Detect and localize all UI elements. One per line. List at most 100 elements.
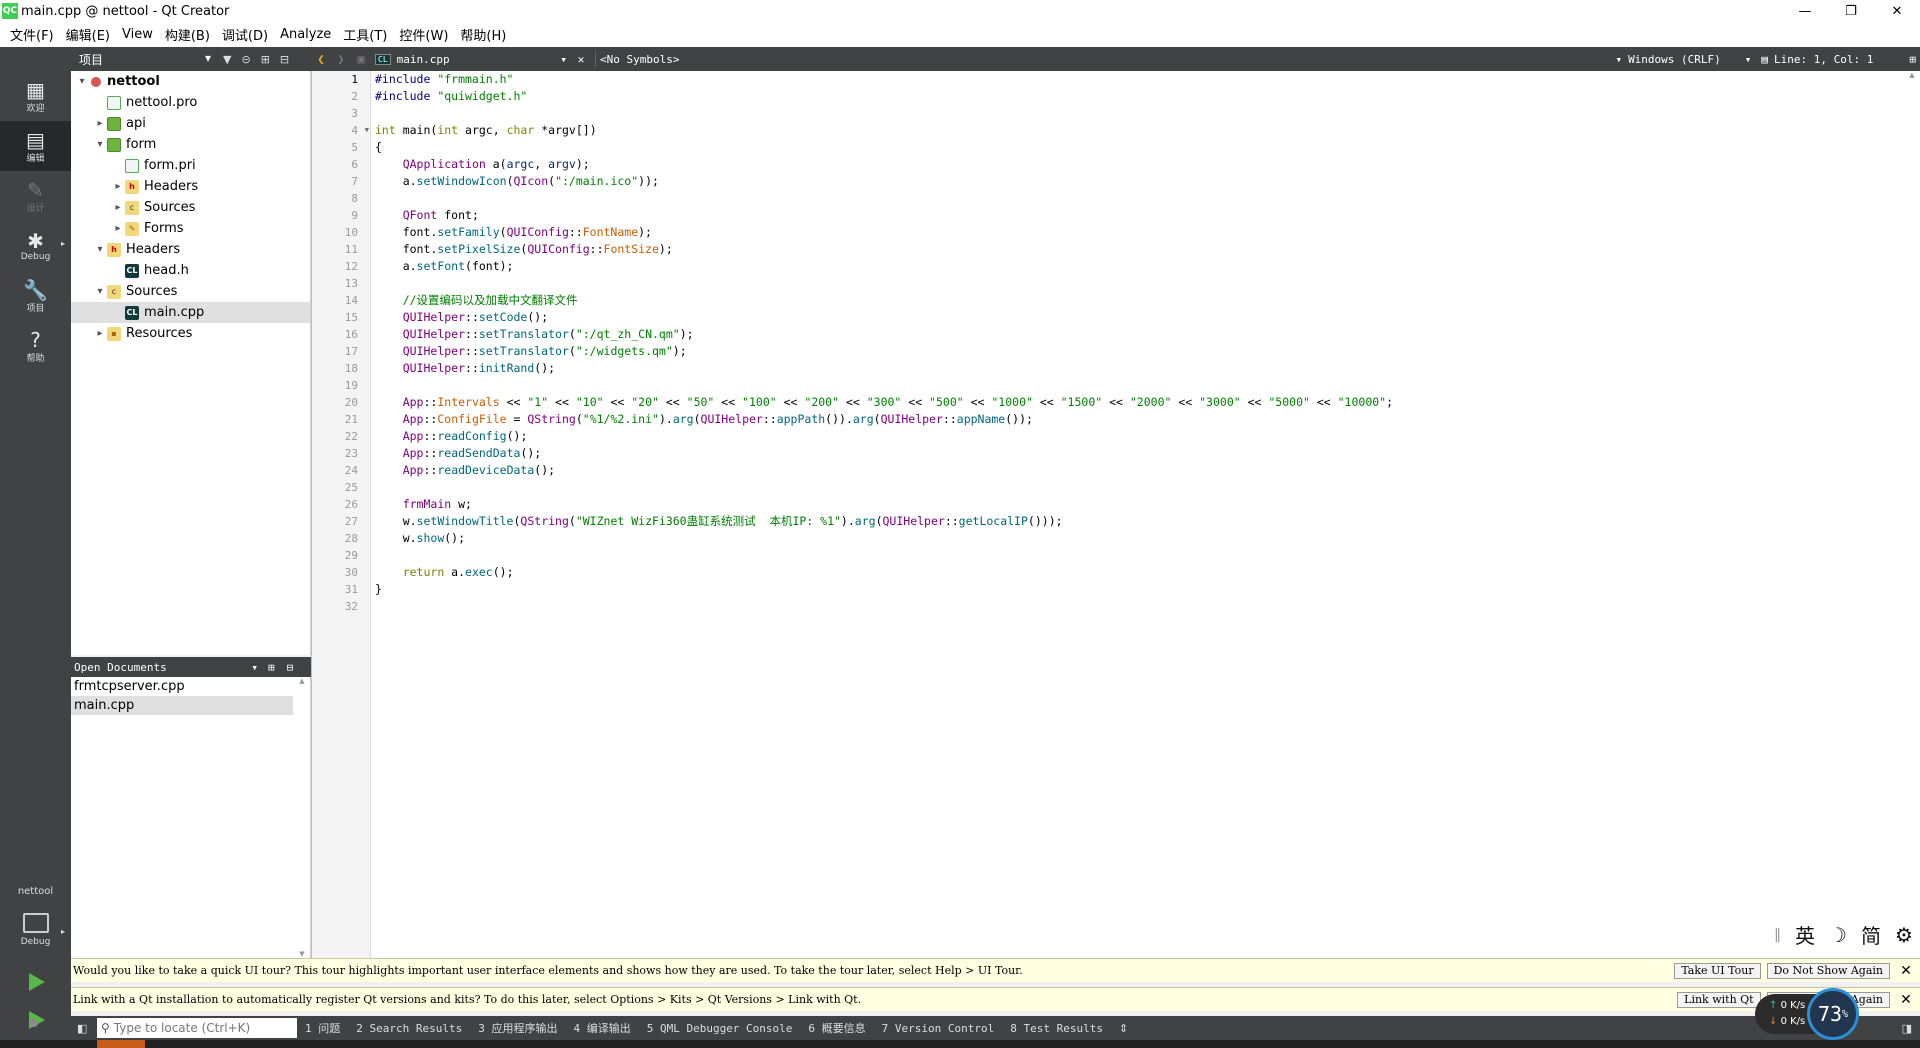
output-pane-tab[interactable]: 8 Test Results <box>1010 1022 1103 1035</box>
kit-selector[interactable]: Debug ▸ <box>0 905 71 955</box>
code-area[interactable]: #include "frmmain.h" #include "quiwidget.… <box>372 71 1906 615</box>
output-pane-tab[interactable]: 3 应用程序输出 <box>478 1020 557 1036</box>
split-icon[interactable]: ⊞ <box>1909 53 1916 66</box>
go-forward-icon[interactable]: ❯ <box>331 52 351 66</box>
collapse-arrow-icon[interactable]: ▾ <box>93 286 107 297</box>
code-line[interactable]: int main(int argc, char *argv[]) <box>372 122 1906 139</box>
code-line[interactable]: QUIHelper::setCode(); <box>372 309 1906 326</box>
toggle-right-sidebar-icon[interactable]: ◨ <box>1902 1022 1912 1035</box>
tree-item[interactable]: ▾ c Sources <box>71 281 310 302</box>
code-line[interactable]: QUIHelper::setTranslator(":/qt_zh_CN.qm"… <box>372 326 1906 343</box>
output-pane-tab[interactable]: 5 QML Debugger Console <box>647 1022 793 1035</box>
tree-item[interactable]: ▸ h Headers <box>71 176 310 197</box>
take-ui-tour-button[interactable]: Take UI Tour <box>1674 962 1761 979</box>
document-combo[interactable]: CL main.cpp ▾ <box>371 53 571 66</box>
mode-projects[interactable]: 🔧 项目 <box>0 271 71 321</box>
open-document-item[interactable]: main.cpp <box>71 696 293 715</box>
code-line[interactable]: App::readDeviceData(); <box>372 462 1906 479</box>
mode-debug[interactable]: ✱ Debug ▸ <box>0 221 71 271</box>
close-button[interactable]: ✕ <box>1874 0 1920 22</box>
code-line[interactable]: QApplication a(argc, argv); <box>372 156 1906 173</box>
ime-simplified-toggle[interactable]: 简 <box>1861 920 1881 949</box>
expand-arrow-icon[interactable]: ▸ <box>111 223 125 234</box>
code-line[interactable]: //设置编码以及加载中文翻译文件 <box>372 292 1906 309</box>
scroll-up-icon[interactable]: ▲ <box>296 677 308 685</box>
code-editor[interactable]: 1 2 3 4 ▼ 5 6 7 8 9 10 11 12 13 14 15 16 17 18 19 20 21 22 23 24… <box>311 71 1920 958</box>
symbols-combo[interactable]: <No Symbols> <box>600 53 679 66</box>
collapse-arrow-icon[interactable]: ▾ <box>75 76 89 87</box>
code-line[interactable]: App::Intervals << "1" << "10" << "20" <<… <box>372 394 1906 411</box>
code-line[interactable]: QUIHelper::setTranslator(":/widgets.qm")… <box>372 343 1906 360</box>
code-line[interactable] <box>372 598 1906 615</box>
split-icon[interactable]: ⊞ <box>268 661 275 674</box>
close-pane-icon[interactable]: ⊟ <box>280 53 289 66</box>
code-line[interactable]: a.setFont(font); <box>372 258 1906 275</box>
run-button[interactable] <box>0 963 71 1001</box>
expand-arrow-icon[interactable]: ▸ <box>93 328 107 339</box>
go-back-icon[interactable]: ❮ <box>311 52 331 66</box>
menu-tools[interactable]: 工具(T) <box>337 25 393 44</box>
mode-help[interactable]: ? 帮助 <box>0 321 71 371</box>
menu-debug[interactable]: 调试(D) <box>216 25 274 44</box>
code-line[interactable]: return a.exec(); <box>372 564 1906 581</box>
code-line[interactable]: a.setWindowIcon(QIcon(":/main.ico")); <box>372 173 1906 190</box>
scrollbar[interactable]: ▲ ▼ <box>296 677 308 958</box>
ime-language-toggle[interactable]: 英 <box>1795 920 1815 949</box>
output-pane-tab[interactable]: 4 编译输出 <box>573 1020 630 1036</box>
close-icon[interactable]: ✕ <box>1896 992 1916 1008</box>
menu-build[interactable]: 构建(B) <box>159 25 216 44</box>
expand-arrow-icon[interactable]: ▸ <box>111 202 125 213</box>
moon-icon[interactable]: ☽ <box>1829 923 1847 947</box>
code-line[interactable]: #include "quiwidget.h" <box>372 88 1906 105</box>
code-line[interactable]: App::readConfig(); <box>372 428 1906 445</box>
tree-item[interactable]: ▾ h Headers <box>71 239 310 260</box>
close-icon[interactable]: ✕ <box>1896 963 1916 979</box>
code-line[interactable]: w.setWindowTitle(QString("WIZnet WizFi36… <box>372 513 1906 530</box>
code-line[interactable]: font.setFamily(QUIConfig::FontName); <box>372 224 1906 241</box>
expand-arrow-icon[interactable]: ▸ <box>93 118 107 129</box>
scroll-down-icon[interactable]: ▼ <box>296 950 308 958</box>
code-line[interactable]: w.show(); <box>372 530 1906 547</box>
link-with-qt-button[interactable]: Link with Qt <box>1677 991 1761 1008</box>
tree-item[interactable]: ▸ ▪ Resources <box>71 323 310 344</box>
tree-item[interactable]: ▸ ✎ Forms <box>71 218 310 239</box>
menu-widgets[interactable]: 控件(W) <box>393 25 454 44</box>
expand-arrow-icon[interactable]: ▸ <box>111 181 125 192</box>
collapse-arrow-icon[interactable]: ▾ <box>93 244 107 255</box>
tree-item[interactable]: CL head.h <box>71 260 310 281</box>
minimize-button[interactable]: — <box>1782 0 1828 22</box>
output-pane-tab[interactable]: 2 Search Results <box>356 1022 462 1035</box>
code-line[interactable]: { <box>372 139 1906 156</box>
tree-item[interactable]: ▾ form <box>71 134 310 155</box>
code-line[interactable]: QFont font; <box>372 207 1906 224</box>
code-line[interactable] <box>372 547 1906 564</box>
link-icon[interactable]: ⊝ <box>241 53 250 66</box>
open-documents-combo[interactable]: Open Documents ▾ <box>74 661 264 674</box>
close-pane-icon[interactable]: ⊟ <box>287 661 294 674</box>
tree-item[interactable]: CL main.cpp <box>71 302 310 323</box>
debug-run-button[interactable] <box>0 1001 71 1039</box>
close-document-icon[interactable]: ✕ <box>571 53 591 66</box>
tree-item[interactable]: ▸ api <box>71 113 310 134</box>
menu-help[interactable]: 帮助(H) <box>454 25 512 44</box>
code-line[interactable] <box>372 190 1906 207</box>
do-not-show-again-button[interactable]: Do Not Show Again <box>1766 962 1890 979</box>
output-pane-tab[interactable]: 1 问题 <box>305 1020 340 1036</box>
tree-item[interactable]: ▾ nettool <box>71 71 310 92</box>
up-down-arrows-icon[interactable]: ⇕ <box>1119 1022 1128 1035</box>
menu-analyze[interactable]: Analyze <box>274 27 337 42</box>
maximize-button[interactable]: ❐ <box>1828 0 1874 22</box>
tree-item[interactable]: form.pri <box>71 155 310 176</box>
toggle-sidebar-icon[interactable]: ◧ <box>77 1022 87 1035</box>
code-line[interactable] <box>372 105 1906 122</box>
code-line[interactable]: App::readSendData(); <box>372 445 1906 462</box>
locator-input[interactable]: ⚲ Type to locate (Ctrl+K) <box>97 1018 297 1038</box>
scroll-up-icon[interactable]: ▲ <box>1906 71 1918 79</box>
code-line[interactable]: #include "frmmain.h" <box>372 71 1906 88</box>
filter-icon[interactable]: ▼ <box>223 53 231 66</box>
line-ending-combo[interactable]: Windows (CRLF) <box>1628 53 1721 66</box>
drag-handle-icon[interactable]: ‖ <box>1774 927 1781 943</box>
open-document-item[interactable]: frmtcpserver.cpp <box>71 677 293 696</box>
code-line[interactable]: frmMain w; <box>372 496 1906 513</box>
menu-edit[interactable]: 编辑(E) <box>60 25 116 44</box>
